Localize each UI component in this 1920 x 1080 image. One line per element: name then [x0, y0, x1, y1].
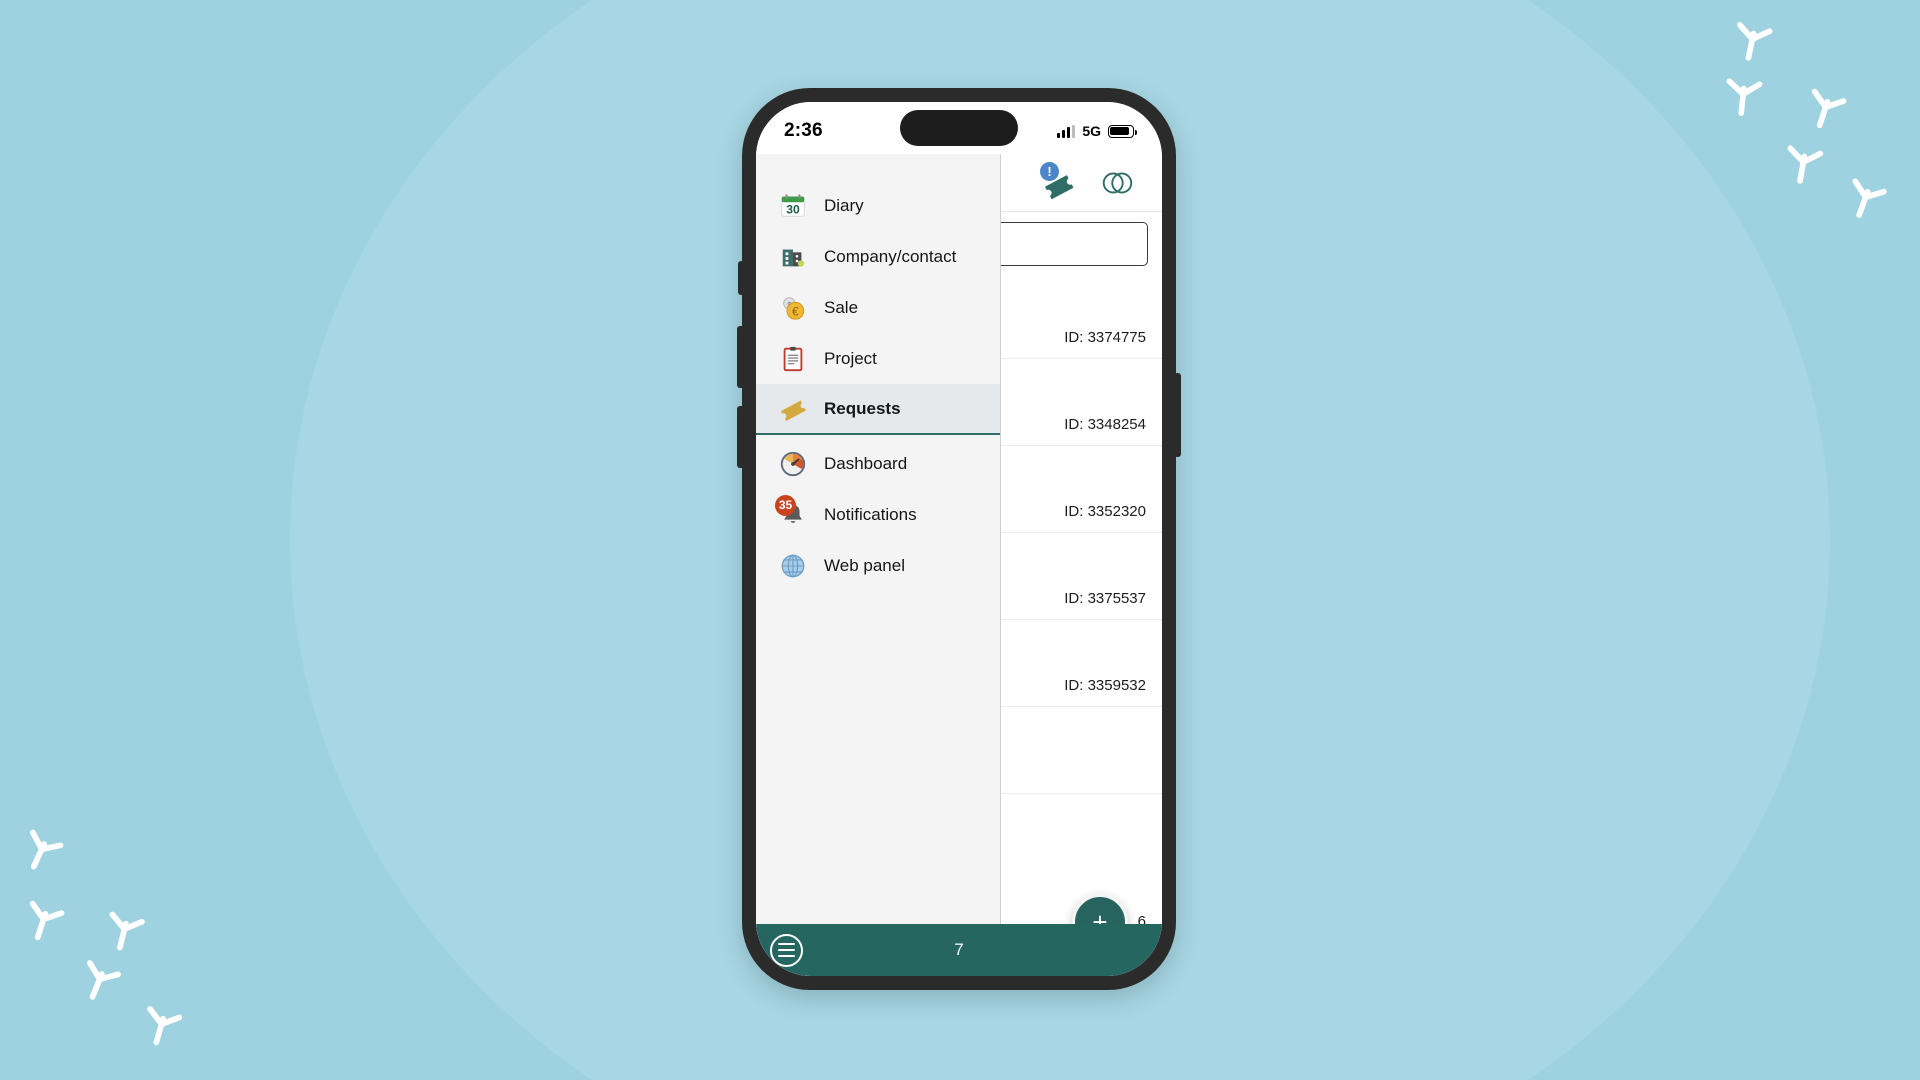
sidebar-item-web-panel[interactable]: Web panel — [756, 540, 1000, 591]
ticket-icon — [778, 394, 808, 424]
status-bar-indicators: 5G — [1057, 123, 1138, 139]
volume-down-button[interactable] — [737, 406, 744, 468]
status-bar: 2:36 5G — [756, 102, 1162, 154]
signal-bars-icon — [1057, 124, 1076, 138]
phone-screen: 2:36 5G ! ID: 3374775 ID: 3348254 ID: 33… — [756, 102, 1162, 976]
list-item-id: ID: 3348254 — [1064, 416, 1146, 433]
sidebar-item-dashboard[interactable]: Dashboard — [756, 438, 1000, 489]
list-item-id: ID: 3359532 — [1064, 677, 1146, 694]
svg-text:30: 30 — [786, 202, 800, 216]
sidebar-item-label: Sale — [824, 297, 859, 317]
navigation-drawer: 30 Diary Company/contact € Sale Project … — [756, 154, 1001, 976]
power-button[interactable] — [1174, 373, 1181, 457]
office-building-icon — [778, 242, 808, 272]
sidebar-item-label: Requests — [824, 398, 901, 418]
sidebar-item-notifications[interactable]: 35 Notifications — [756, 489, 1000, 540]
bird-footprint-icon — [87, 960, 121, 1000]
bird-footprint-icon — [147, 1006, 183, 1046]
bird-footprint-icon — [29, 829, 64, 870]
bottom-bar-count: 7 — [954, 940, 964, 959]
ticket-alert-badge: ! — [1040, 161, 1059, 181]
sidebar-item-diary[interactable]: 30 Diary — [756, 180, 1000, 231]
sidebar-item-requests[interactable]: Requests — [756, 384, 1000, 435]
status-bar-clock: 2:36 — [784, 120, 823, 141]
bird-footprint-icon — [109, 911, 145, 951]
list-item-id: ID: 3375537 — [1064, 590, 1146, 607]
sidebar-item-label: Diary — [824, 195, 864, 215]
silent-switch[interactable] — [738, 261, 744, 295]
sidebar-item-label: Notifications — [824, 504, 917, 524]
bird-footprint-icon — [1726, 78, 1763, 116]
svg-text:€: € — [792, 304, 799, 318]
dynamic-island — [900, 110, 1018, 146]
sidebar-item-project[interactable]: Project — [756, 333, 1000, 384]
overlapping-circles-icon[interactable] — [1098, 164, 1136, 202]
bird-footprint-icon — [1737, 21, 1773, 61]
coins-icon: $ € — [778, 293, 808, 323]
network-label: 5G — [1082, 123, 1101, 139]
app-body: ! ID: 3374775 ID: 3348254 ID: 3352320 ID… — [756, 154, 1162, 976]
sidebar-item-company-contact[interactable]: Company/contact — [756, 231, 1000, 282]
hamburger-menu-icon[interactable] — [770, 933, 803, 967]
clipboard-icon — [778, 344, 808, 374]
bird-footprint-icon — [1811, 88, 1847, 129]
sidebar-item-label: Web panel — [824, 555, 905, 575]
page-background: 2:36 5G ! ID: 3374775 ID: 3348254 ID: 33… — [0, 0, 1920, 1080]
globe-icon — [778, 551, 808, 581]
ticket-alert-icon[interactable]: ! — [1040, 161, 1078, 202]
bottom-bar: 7 — [756, 924, 1162, 976]
bird-footprint-icon — [1787, 145, 1824, 184]
gauge-icon — [778, 449, 808, 479]
list-item-id: ID: 3374775 — [1064, 329, 1146, 346]
bird-footprint-icon — [1852, 178, 1887, 218]
battery-icon — [1108, 124, 1138, 138]
volume-up-button[interactable] — [737, 326, 744, 388]
bell-icon: 35 — [775, 494, 808, 530]
sidebar-item-label: Dashboard — [824, 453, 908, 473]
sidebar-item-label: Company/contact — [824, 246, 957, 266]
sidebar-item-label: Project — [824, 348, 877, 368]
phone-frame: 2:36 5G ! ID: 3374775 ID: 3348254 ID: 33… — [737, 88, 1181, 990]
bird-footprint-icon — [29, 900, 65, 941]
list-item-id: ID: 3352320 — [1064, 503, 1146, 520]
calendar-icon: 30 — [778, 191, 808, 221]
notifications-badge: 35 — [775, 494, 796, 516]
sidebar-item-sale[interactable]: $ € Sale — [756, 282, 1000, 333]
